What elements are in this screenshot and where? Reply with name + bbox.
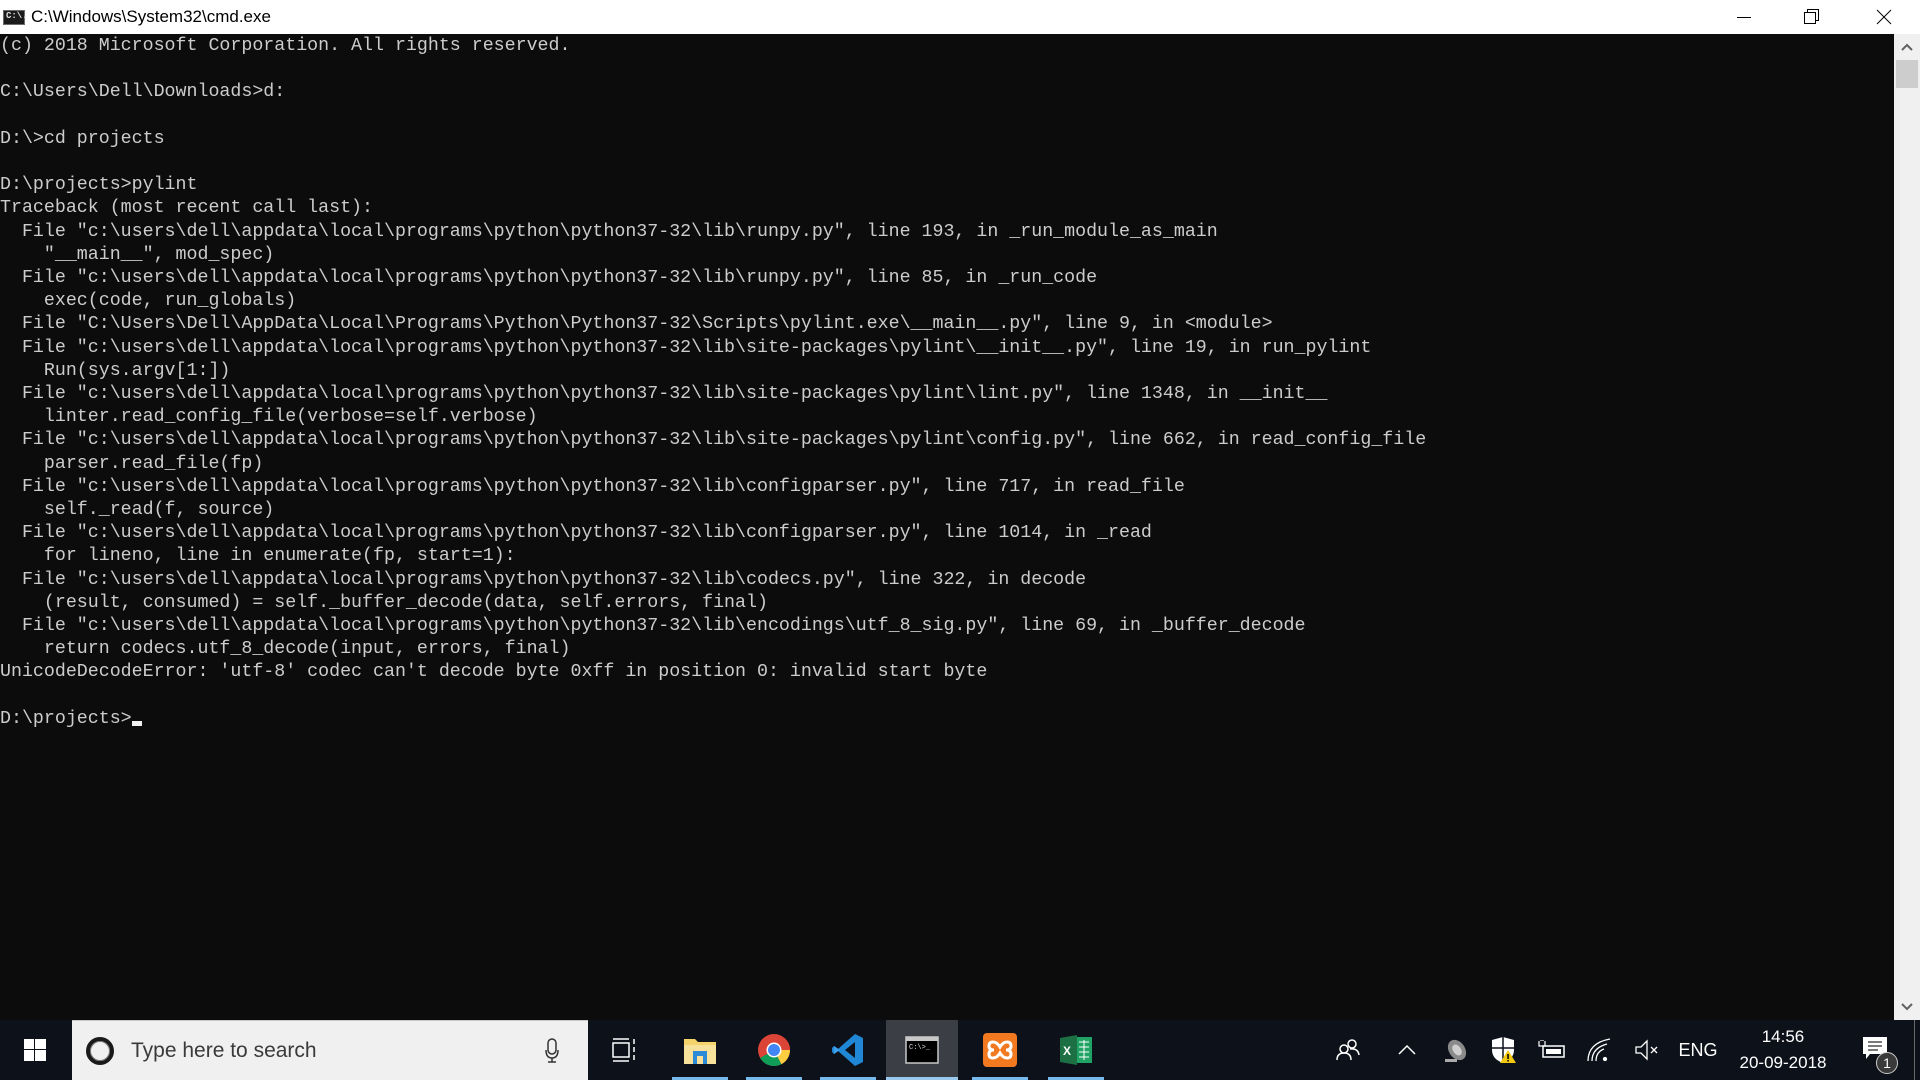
clock[interactable]: 14:56 20-09-2018 — [1718, 1024, 1848, 1076]
defender-warning-icon — [1492, 1037, 1516, 1063]
console-line: (c) 2018 Microsoft Corporation. All righ… — [0, 36, 571, 56]
console-line: File "c:\users\dell\appdata\local\progra… — [21, 476, 1185, 497]
taskbar-chrome[interactable] — [738, 1020, 810, 1080]
svg-text:C:\>_: C:\>_ — [909, 1044, 931, 1052]
console-line: File "c:\users\dell\appdata\local\progra… — [21, 221, 1218, 242]
battery-charging-icon — [1538, 1040, 1565, 1058]
microphone-icon[interactable] — [544, 1038, 560, 1064]
windows-logo-icon — [24, 1039, 46, 1061]
taskbar: Type here to search C:\>_ X ENG 14:56 20… — [0, 1020, 1920, 1080]
clock-time: 14:56 — [1761, 1027, 1805, 1046]
console-line: exec(code, run_globals) — [43, 291, 297, 312]
console-line: UnicodeDecodeError: 'utf-8' codec can't … — [0, 662, 988, 683]
scroll-up-button[interactable] — [1894, 34, 1920, 60]
console-line: File "c:\users\dell\appdata\local\progra… — [21, 523, 1152, 544]
text-cursor — [131, 720, 142, 726]
taskbar-excel[interactable]: X — [1040, 1020, 1112, 1080]
task-view-button[interactable] — [588, 1020, 660, 1080]
cortana-icon[interactable] — [86, 1037, 114, 1065]
minimize-icon — [1737, 17, 1751, 18]
console-line: linter.read_config_file(verbose=self.ver… — [43, 407, 538, 428]
vscode-icon — [832, 1034, 863, 1066]
tray-windows-defender[interactable] — [1486, 1020, 1522, 1080]
taskbar-file-explorer[interactable] — [664, 1020, 736, 1080]
console-text: (c) 2018 Microsoft Corporation. All righ… — [0, 35, 1426, 731]
notification-badge: 1 — [1876, 1052, 1898, 1074]
scroll-down-button[interactable] — [1894, 994, 1920, 1020]
console-line: File "c:\users\dell\appdata\local\progra… — [21, 616, 1306, 637]
console-line: File "c:\users\dell\appdata\local\progra… — [21, 430, 1427, 451]
console-line: Traceback (most recent call last): — [0, 198, 373, 219]
language-text: ENG — [1678, 1039, 1718, 1060]
minimize-button[interactable] — [1710, 0, 1778, 34]
restore-icon — [1804, 9, 1819, 24]
show-desktop-button[interactable] — [1914, 1020, 1915, 1080]
language-indicator[interactable]: ENG — [1676, 1020, 1720, 1080]
chevron-down-icon — [1901, 1003, 1913, 1011]
close-icon — [1876, 9, 1892, 25]
chevron-up-icon — [1398, 1045, 1416, 1055]
console-line: self._read(f, source) — [43, 500, 275, 521]
file-explorer-icon — [684, 1039, 716, 1064]
console-output[interactable]: (c) 2018 Microsoft Corporation. All righ… — [0, 34, 1894, 1020]
console-line: File "c:\users\dell\appdata\local\progra… — [21, 268, 1098, 289]
people-icon — [1336, 1039, 1360, 1061]
chrome-icon — [758, 1034, 791, 1066]
task-view-icon — [612, 1038, 635, 1062]
wifi-icon — [1587, 1038, 1611, 1062]
restore-button[interactable] — [1778, 0, 1846, 34]
xampp-icon — [983, 1033, 1017, 1067]
tray-speaker-app[interactable] — [1438, 1020, 1474, 1080]
console-line: parser.read_file(fp) — [43, 453, 264, 474]
console-line: File "c:\users\dell\appdata\local\progra… — [21, 384, 1328, 405]
vertical-scrollbar[interactable] — [1894, 34, 1920, 1020]
console-prompt: D:\projects> — [0, 708, 132, 729]
tray-battery[interactable] — [1534, 1020, 1570, 1080]
taskbar-cmd[interactable]: C:\>_ — [886, 1020, 958, 1080]
search-box[interactable]: Type here to search — [72, 1020, 588, 1080]
scroll-thumb[interactable] — [1896, 60, 1918, 88]
speaker-app-icon — [1445, 1039, 1467, 1062]
window-title: C:\Windows\System32\cmd.exe — [31, 7, 271, 26]
svg-text:X: X — [1063, 1044, 1071, 1058]
tray-network[interactable] — [1582, 1020, 1618, 1080]
chevron-up-icon — [1901, 43, 1913, 51]
volume-muted-icon — [1635, 1039, 1658, 1061]
tray-volume[interactable] — [1630, 1020, 1666, 1080]
console-line: for lineno, line in enumerate(fp, start=… — [43, 546, 516, 567]
taskbar-xampp[interactable] — [964, 1020, 1036, 1080]
action-center-button[interactable]: 1 — [1850, 1020, 1910, 1080]
people-button[interactable] — [1328, 1020, 1368, 1080]
close-button[interactable] — [1850, 0, 1918, 34]
console-line: return codecs.utf_8_decode(input, errors… — [43, 639, 571, 660]
taskbar-vscode[interactable] — [812, 1020, 884, 1080]
console-line: D:\projects>pylint — [0, 175, 198, 196]
console-line: "__main__", mod_spec) — [43, 244, 275, 265]
excel-icon: X — [1060, 1035, 1092, 1065]
console-line: File "C:\Users\Dell\AppData\Local\Progra… — [21, 314, 1273, 335]
cmd-icon: C:\>_ — [905, 1036, 939, 1064]
console-line: File "c:\users\dell\appdata\local\progra… — [21, 337, 1372, 358]
title-bar[interactable]: C:\Windows\System32\cmd.exe — [0, 0, 1920, 34]
clock-date: 20-09-2018 — [1739, 1053, 1827, 1072]
cmd-app-icon[interactable] — [3, 10, 28, 25]
show-hidden-icons-button[interactable] — [1392, 1020, 1422, 1080]
search-placeholder: Type here to search — [131, 1039, 317, 1062]
console-line: C:\Users\Dell\Downloads>d: — [0, 82, 286, 103]
console-line: File "c:\users\dell\appdata\local\progra… — [21, 569, 1087, 590]
console-line: D:\>cd projects — [0, 128, 165, 149]
start-button[interactable] — [0, 1020, 70, 1080]
console-line: (result, consumed) = self._buffer_decode… — [43, 592, 768, 613]
console-line: Run(sys.argv[1:]) — [43, 360, 231, 381]
